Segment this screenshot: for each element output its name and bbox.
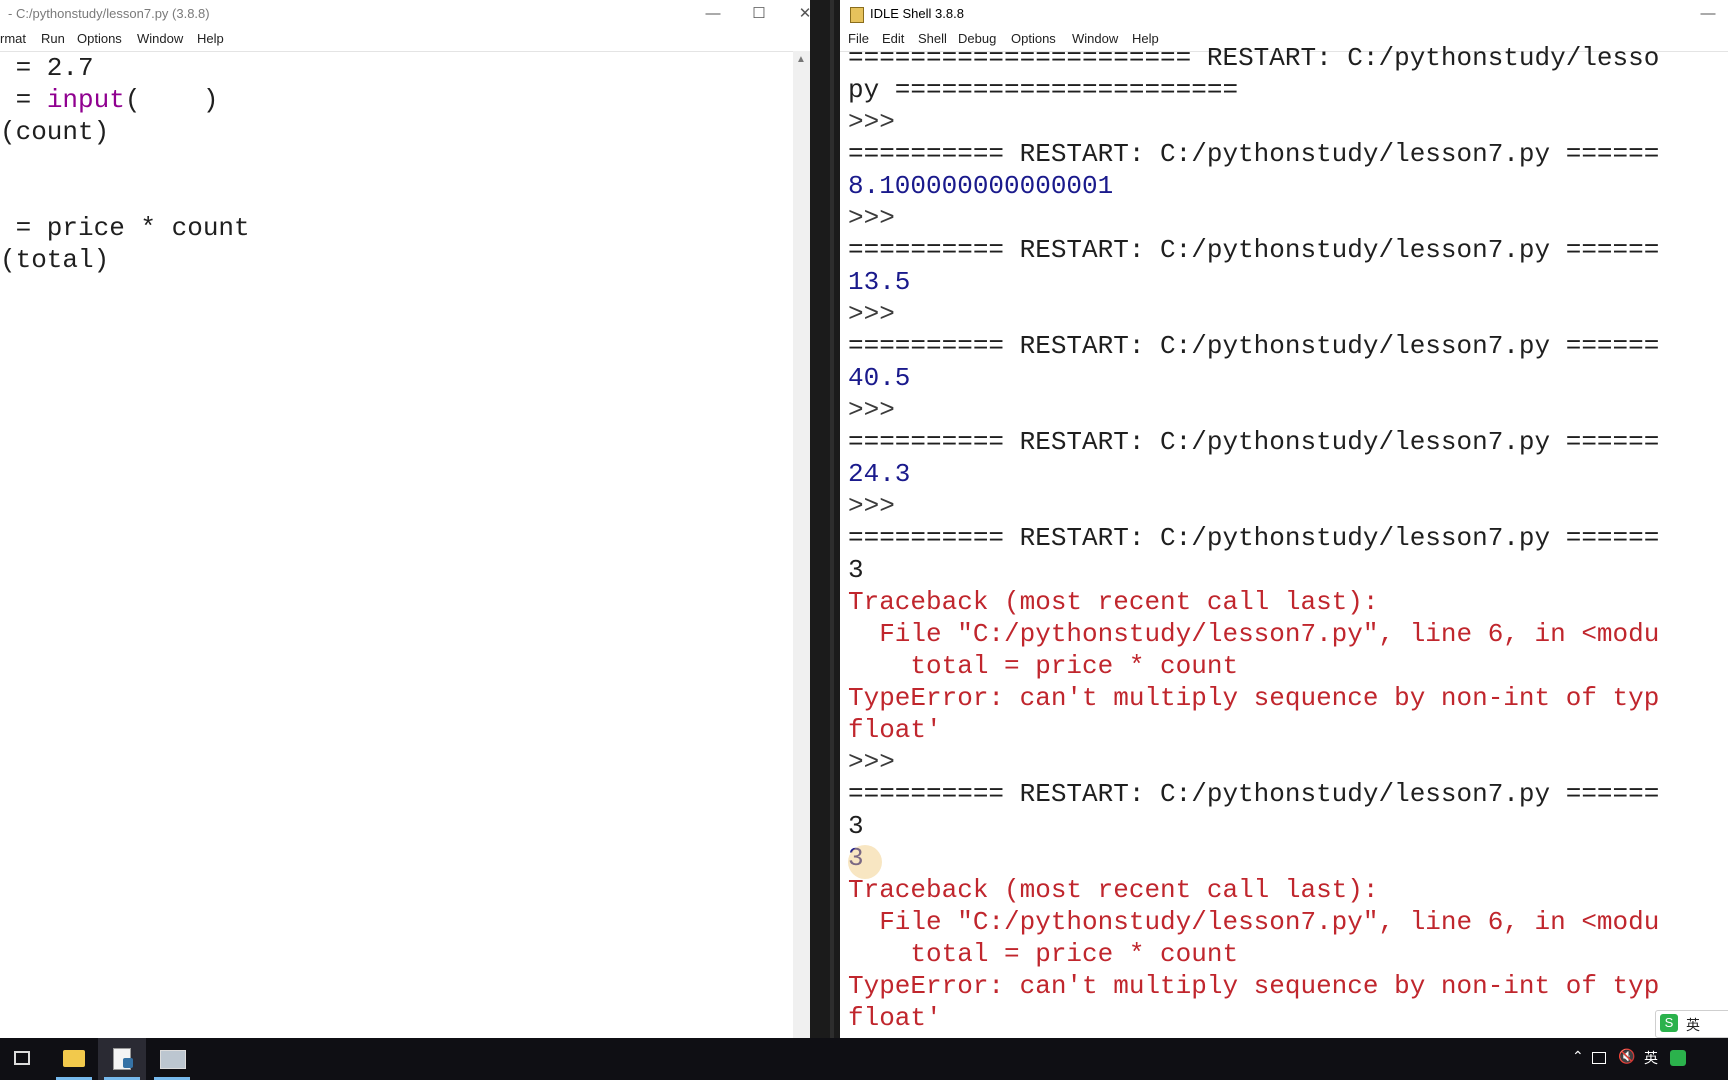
scroll-up-icon[interactable]: ▲ — [796, 54, 806, 65]
shell-title: IDLE Shell 3.8.8 — [870, 6, 964, 21]
editor-window: - C:/pythonstudy/lesson7.py (3.8.8) — ☐ … — [0, 0, 810, 1038]
shell-prompt: >>> — [848, 395, 895, 425]
traceback-line: float' — [848, 715, 942, 745]
close-icon[interactable]: ✕ — [782, 0, 810, 29]
file-explorer-button[interactable] — [50, 1038, 98, 1080]
editor-menubar: rmat Run Options Window Help — [0, 29, 810, 52]
shell-output-line: ========== RESTART: C:/pythonstudy/lesso… — [848, 779, 1660, 809]
shell-output-line: 3 — [848, 811, 864, 841]
folder-icon — [63, 1050, 85, 1067]
editor-text-area[interactable]: = 2.7 = input( ) (count) = price * count(… — [0, 51, 810, 1038]
maximize-icon[interactable]: ☐ — [736, 0, 782, 29]
code-line: = 2.7 — [0, 53, 94, 83]
window-divider — [810, 0, 840, 1038]
code-line: = price * count — [0, 213, 250, 243]
shell-prompt: >>> — [848, 299, 895, 329]
chevron-up-icon[interactable]: ⌃ — [1572, 1048, 1584, 1065]
editor-menu-window[interactable]: Window — [137, 31, 183, 46]
shell-output-line: 40.5 — [848, 363, 911, 393]
shell-output-line: py ====================== — [848, 75, 1239, 105]
code-token: = — [0, 85, 47, 115]
task-view-button[interactable] — [0, 1038, 48, 1080]
traceback-line: File "C:/pythonstudy/lesson7.py", line 6… — [848, 619, 1660, 649]
traceback-line: total = price * count — [848, 651, 1239, 681]
code-token: (total) — [0, 245, 110, 275]
editor-scrollbar[interactable]: ▲ — [793, 51, 810, 1038]
traceback-line: TypeError: can't multiply sequence by no… — [848, 971, 1660, 1001]
ime-indicator[interactable]: 英 — [1644, 1048, 1658, 1068]
shell-titlebar[interactable]: IDLE Shell 3.8.8 — — [840, 0, 1728, 29]
shell-output-line: 24.3 — [848, 459, 911, 489]
sogou-tray-icon[interactable] — [1670, 1050, 1686, 1066]
monitor-icon — [160, 1050, 186, 1069]
code-line: (count) — [0, 117, 109, 147]
code-token: ( ) — [124, 85, 219, 115]
screen-app-button[interactable] — [148, 1038, 196, 1080]
sogou-icon: S — [1660, 1014, 1678, 1032]
volume-muted-icon[interactable]: 🔇 — [1618, 1048, 1635, 1065]
traceback-line: float' — [848, 1003, 942, 1033]
shell-prompt: >>> — [848, 107, 895, 137]
traceback-line: TypeError: can't multiply sequence by no… — [848, 683, 1660, 713]
code-token: input — [46, 85, 125, 115]
traceback-line: Traceback (most recent call last): — [848, 875, 1379, 905]
shell-prompt: >>> — [848, 491, 895, 521]
task-view-icon — [14, 1051, 30, 1065]
shell-output-line: 3 — [848, 555, 864, 585]
shell-output-line: ====================== RESTART: C:/pytho… — [848, 43, 1660, 73]
editor-menu-help[interactable]: Help — [197, 31, 224, 46]
editor-titlebar[interactable]: - C:/pythonstudy/lesson7.py (3.8.8) — ☐ … — [0, 0, 810, 29]
shell-minimize-icon[interactable]: — — [1685, 0, 1728, 29]
minimize-icon[interactable]: — — [690, 0, 736, 29]
taskbar: ⌃ 🔇 英 — [0, 1038, 1728, 1080]
shell-output-line: ========== RESTART: C:/pythonstudy/lesso… — [848, 235, 1660, 265]
shell-text-area[interactable]: ====================== RESTART: C:/pytho… — [840, 43, 1728, 1038]
shell-prompt: >>> — [848, 203, 895, 233]
editor-title: - C:/pythonstudy/lesson7.py (3.8.8) — [8, 6, 210, 21]
shell-output-line: ========== RESTART: C:/pythonstudy/lesso… — [848, 523, 1660, 553]
ime-floating-badge[interactable]: S 英 — [1655, 1010, 1728, 1038]
mouse-cursor-highlight — [848, 845, 882, 879]
shell-prompt: >>> — [848, 747, 895, 777]
traceback-line: File "C:/pythonstudy/lesson7.py", line 6… — [848, 907, 1660, 937]
python-file-icon — [850, 7, 864, 23]
traceback-line: Traceback (most recent call last): — [848, 587, 1379, 617]
code-token: = price * count — [0, 213, 250, 243]
editor-menu-format[interactable]: rmat — [0, 31, 26, 46]
shell-output-line: ========== RESTART: C:/pythonstudy/lesso… — [848, 427, 1660, 457]
ime-badge-label: 英 — [1686, 1017, 1700, 1033]
traceback-line: total = price * count — [848, 939, 1239, 969]
code-token: = 2.7 — [0, 53, 94, 83]
network-icon[interactable] — [1592, 1052, 1606, 1064]
editor-menu-run[interactable]: Run — [41, 31, 65, 46]
shell-window: IDLE Shell 3.8.8 — File Edit Shell Debug… — [840, 0, 1728, 1038]
code-token: (count) — [0, 117, 110, 147]
code-line: (total) — [0, 245, 109, 275]
editor-menu-options[interactable]: Options — [77, 31, 122, 46]
idle-taskbar-button[interactable] — [98, 1038, 146, 1080]
shell-output-line: 13.5 — [848, 267, 911, 297]
shell-output-line: 8.100000000000001 — [848, 171, 1114, 201]
shell-output-line: ========== RESTART: C:/pythonstudy/lesso… — [848, 139, 1660, 169]
code-line: = input( ) — [0, 85, 219, 115]
shell-output-line: ========== RESTART: C:/pythonstudy/lesso… — [848, 331, 1660, 361]
